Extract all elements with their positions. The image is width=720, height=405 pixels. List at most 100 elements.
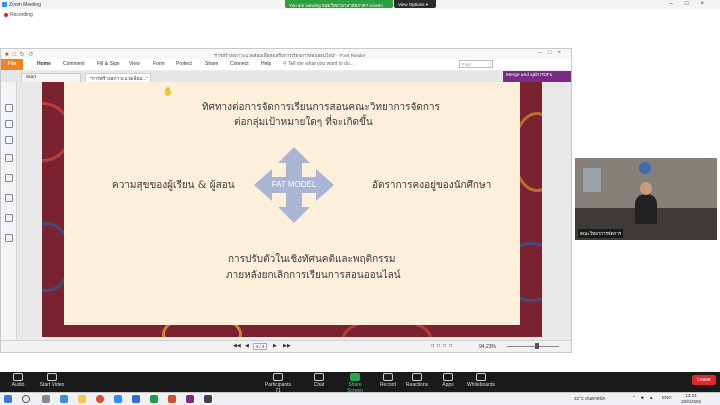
menu-file[interactable]: File: [1, 59, 23, 70]
record-icon: [383, 373, 393, 381]
video-camera-icon: [47, 373, 57, 381]
zoom-taskbar-icon[interactable]: [114, 395, 122, 403]
windows-start-icon[interactable]: [4, 395, 12, 403]
start-video-button[interactable]: Start Video: [38, 373, 66, 388]
foxit-window-controls[interactable]: –□×: [539, 50, 567, 56]
recording-indicator[interactable]: Recording: [4, 12, 33, 18]
chat-label: Chat: [313, 382, 325, 388]
slide-top-line-1: ทิศทางต่อการจัดการเรียนการสอนคณะวิทยาการ…: [202, 102, 440, 113]
zoom-level[interactable]: 94.23%: [479, 344, 496, 350]
tab-start[interactable]: Start: [21, 73, 81, 82]
page-number-input[interactable]: 4 / 4: [253, 343, 267, 350]
zoom-app-icon: [2, 2, 7, 7]
attachments-icon[interactable]: [5, 174, 13, 182]
document-tabs: Start "การสร้างสภาวะแวดล้อม...": [1, 71, 571, 82]
window-controls[interactable]: –□×: [670, 1, 716, 7]
audio-button[interactable]: Audio: [8, 373, 28, 388]
menu-help[interactable]: Help: [261, 61, 271, 67]
menu-protect[interactable]: Protect: [176, 61, 192, 67]
view-options-button[interactable]: View Options ▾: [394, 0, 436, 8]
chrome-icon[interactable]: [96, 395, 104, 403]
clock-date: 28/6/2565: [680, 399, 702, 404]
next-page-icon[interactable]: ▶: [273, 343, 277, 349]
slide-page: ✋ ทิศทางต่อการจัดการเรียนการสอนคณะวิทยาก…: [42, 82, 542, 337]
last-page-icon[interactable]: ▶▶: [283, 343, 291, 349]
apps-label: Apps: [442, 382, 454, 388]
line-app-icon[interactable]: [150, 395, 158, 403]
tell-me-label: Tell me what you want to do...: [287, 61, 354, 67]
file-explorer-icon[interactable]: [78, 395, 86, 403]
video-emblem: [639, 162, 651, 174]
menu-fill-sign[interactable]: Fill & Sign: [97, 61, 120, 67]
tools-icon[interactable]: [5, 234, 13, 242]
clock[interactable]: 13:24 28/6/2565: [676, 393, 706, 405]
prev-page-icon[interactable]: ◀: [245, 343, 249, 349]
system-tray-icons[interactable]: ⌃ ■ ▲: [632, 395, 655, 401]
menu-form[interactable]: Form: [153, 61, 165, 67]
microphone-icon: [13, 373, 23, 381]
slide-content-panel: ✋ ทิศทางต่อการจัดการเรียนการสอนคณะวิทยาก…: [64, 82, 520, 325]
leave-button[interactable]: Leave: [692, 375, 716, 385]
chat-icon: [314, 373, 324, 381]
fat-model-label: FAT MODEL: [271, 180, 317, 189]
video-person-head: [640, 182, 652, 195]
whiteboards-button[interactable]: Whiteboards: [466, 373, 496, 388]
participant-name: คณะวิทยาการจัดการ: [578, 229, 624, 238]
zoom-slider-handle[interactable]: [535, 343, 539, 349]
windows-taskbar: 32°C ฝนตกหนัก ⌃ ■ ▲ ENG 13:24 28/6/2565: [0, 392, 720, 405]
pages-icon[interactable]: [5, 120, 13, 128]
task-view-icon[interactable]: [42, 395, 50, 403]
word-icon[interactable]: [132, 395, 140, 403]
reactions-button[interactable]: Reactions: [404, 373, 430, 388]
weather-widget[interactable]: 32°C ฝนตกหนัก: [574, 395, 605, 402]
menu-comment[interactable]: Comment: [63, 61, 85, 67]
slide-bottom-line-1: การปรับตัวในเชิงทัศนคติและพฤติกรรม: [228, 254, 396, 265]
left-sidebar: [1, 82, 17, 344]
share-screen-button[interactable]: Share Screen: [340, 373, 370, 394]
start-video-label: Start Video: [39, 382, 65, 388]
whiteboards-label: Whiteboards: [466, 382, 496, 388]
reactions-label: Reactions: [405, 382, 429, 388]
foxit-taskbar-icon[interactable]: [186, 395, 194, 403]
slide-top-line-2: ต่อกลุ่มเป้าหมายใดๆ ที่จะเกิดขึ้น: [234, 117, 373, 128]
menu-connect[interactable]: Connect: [230, 61, 249, 67]
language-indicator[interactable]: ENG: [662, 395, 672, 400]
quick-access-icons[interactable]: ■ □ ↻ ↺: [5, 51, 34, 58]
audio-label: Audio: [11, 382, 25, 388]
merge-split-button[interactable]: Merge and split PDFs: [503, 71, 571, 82]
hand-cursor-icon: ✋: [163, 87, 173, 96]
menu-home[interactable]: Home: [37, 61, 51, 67]
powerpoint-icon[interactable]: [168, 395, 176, 403]
apps-icon: [443, 373, 453, 381]
slide-right-text: อัตราการคงอยู่ของนักศึกษา: [372, 180, 492, 191]
menu-view[interactable]: View: [129, 61, 140, 67]
menu-share[interactable]: Share: [205, 61, 218, 67]
ribbon-menu: File Home Comment Fill & Sign View Form …: [1, 59, 571, 70]
app-icon[interactable]: [204, 395, 212, 403]
layers-icon[interactable]: [5, 154, 13, 162]
signatures-icon[interactable]: [5, 194, 13, 202]
security-icon[interactable]: [5, 214, 13, 222]
chat-button[interactable]: Chat: [310, 373, 328, 388]
find-input[interactable]: Find: [459, 60, 493, 68]
participant-video[interactable]: คณะวิทยาการจัดการ: [575, 158, 717, 240]
first-page-icon[interactable]: ◀◀: [233, 343, 241, 349]
whiteboard-icon: [476, 373, 486, 381]
reactions-icon: [412, 373, 422, 381]
screen: Zoom Meeting –□× You are viewing หอมวิทย…: [0, 0, 720, 405]
fat-model-diagram: FAT MODEL: [254, 147, 334, 223]
record-button[interactable]: Record: [378, 373, 398, 388]
tell-me-search[interactable]: ⚲ Tell me what you want to do...: [283, 61, 354, 67]
bookmark-icon[interactable]: [5, 104, 13, 112]
document-title: "การสร้างสภาวะแวดล้อมเพื่อส่งเสริมการเรี…: [213, 53, 366, 58]
view-mode-icons[interactable]: □□□□: [431, 343, 455, 349]
participants-button[interactable]: Participants 71: [262, 373, 294, 394]
tab-document[interactable]: "การสร้างสภาวะแวดล้อม...": [85, 73, 151, 82]
apps-button[interactable]: Apps: [440, 373, 456, 388]
edge-browser-icon[interactable]: [60, 395, 68, 403]
search-icon[interactable]: [22, 395, 30, 403]
status-bar: ◀◀ ◀ 4 / 4 ▶ ▶▶ □□□□ 94.23%: [1, 340, 571, 352]
zoom-slider[interactable]: [507, 346, 559, 347]
foxit-title-bar: ■ □ ↻ ↺ "การสร้างสภาวะแวดล้อมเพื่อส่งเสร…: [1, 49, 571, 59]
comments-icon[interactable]: [5, 136, 13, 144]
